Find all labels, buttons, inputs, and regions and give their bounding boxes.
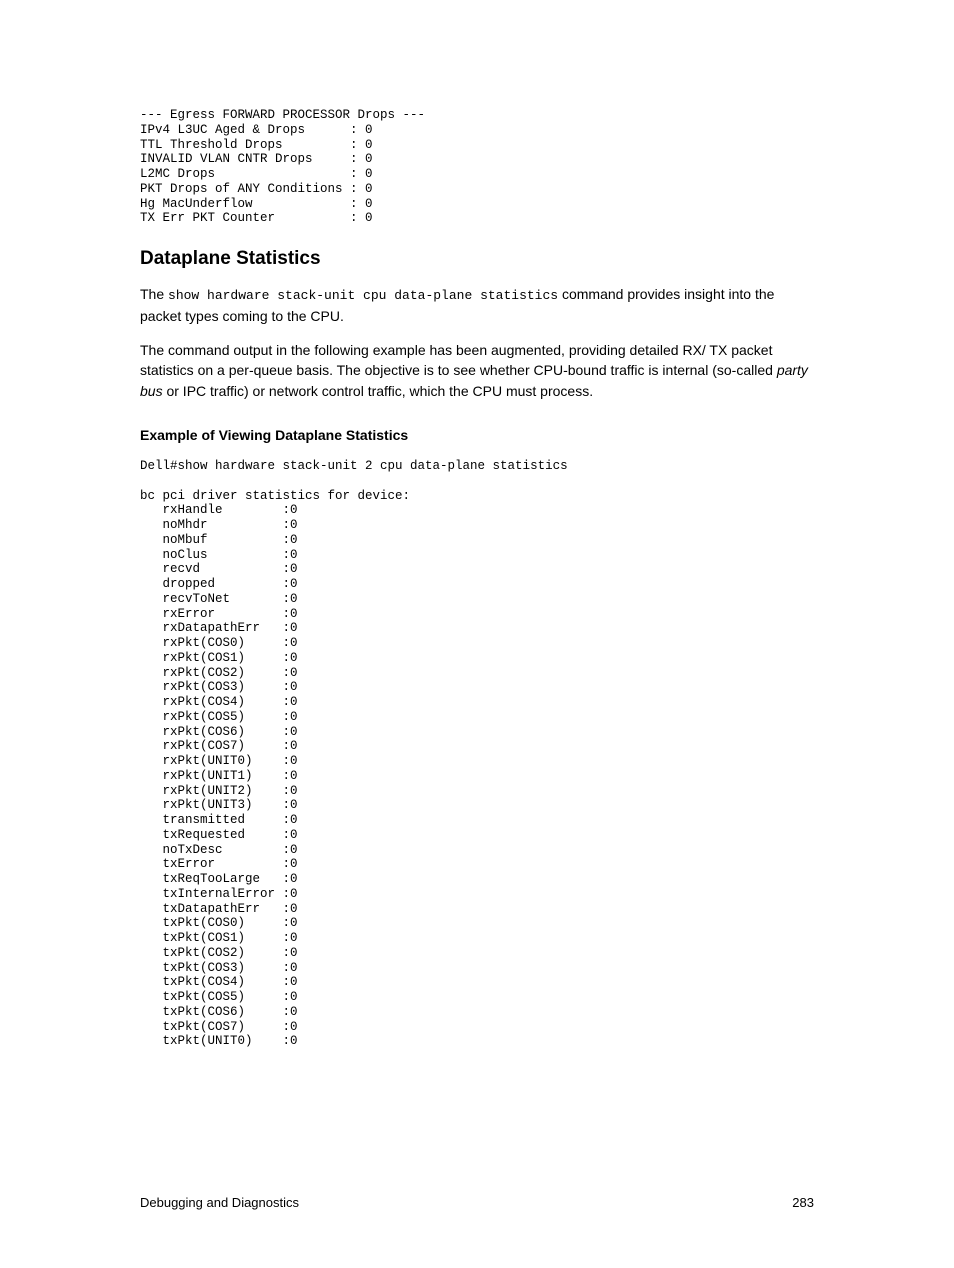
example-heading: Example of Viewing Dataplane Statistics (140, 427, 814, 443)
para1-pre: The (140, 286, 168, 302)
paragraph-1: The show hardware stack-unit cpu data-pl… (140, 284, 814, 326)
document-page: --- Egress FORWARD PROCESSOR Drops --- I… (0, 0, 954, 1089)
section-heading: Dataplane Statistics (140, 248, 814, 270)
footer-section-title: Debugging and Diagnostics (140, 1195, 299, 1210)
footer-page-number: 283 (792, 1195, 814, 1210)
paragraph-2: The command output in the following exam… (140, 340, 814, 401)
para1-code: show hardware stack-unit cpu data-plane … (168, 288, 558, 303)
para2-post: or IPC traffic) or network control traff… (163, 383, 594, 399)
para2-pre: The command output in the following exam… (140, 342, 777, 378)
egress-drops-block: --- Egress FORWARD PROCESSOR Drops --- I… (140, 108, 814, 226)
example-block: Dell#show hardware stack-unit 2 cpu data… (140, 459, 814, 1049)
